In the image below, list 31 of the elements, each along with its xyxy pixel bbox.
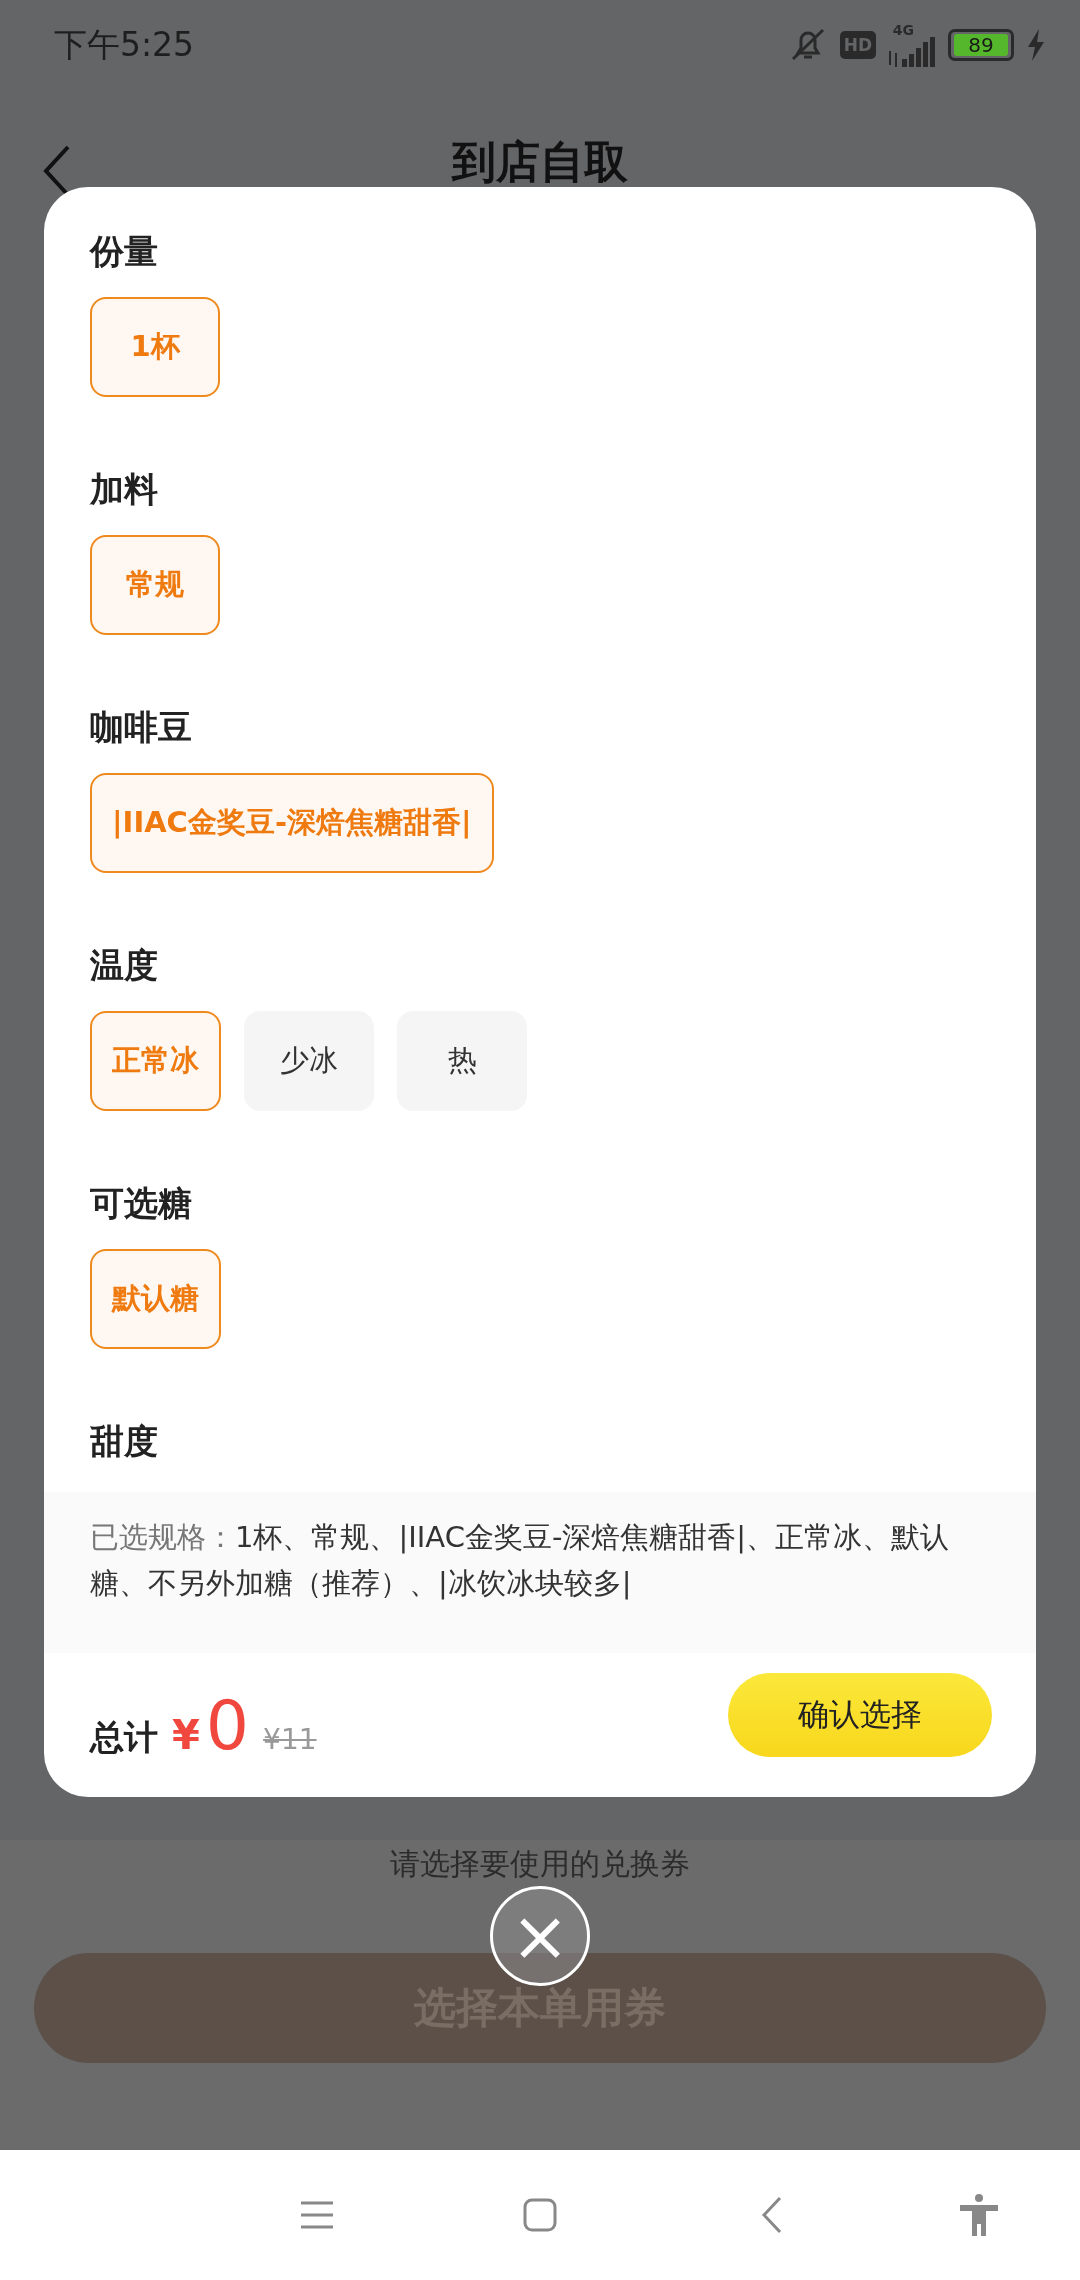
- section-title: 甜度: [90, 1421, 159, 1461]
- currency-symbol: ¥: [172, 1711, 200, 1758]
- option-chip[interactable]: 热: [397, 1011, 527, 1111]
- option-chip[interactable]: 常规: [90, 535, 220, 635]
- original-price: ¥11: [263, 1722, 317, 1756]
- accessibility-icon[interactable]: [959, 2194, 999, 2236]
- option-chip[interactable]: 正常冰: [90, 1011, 221, 1111]
- total-label: 总计: [90, 1715, 158, 1759]
- section-title: 可选糖: [90, 1183, 193, 1223]
- section-title: 份量: [90, 231, 159, 271]
- option-chip[interactable]: 1杯: [90, 297, 220, 397]
- signal-icon: [888, 37, 936, 67]
- section-title: 加料: [90, 469, 159, 509]
- option-chip[interactable]: |IIAC金奖豆-深焙焦糖甜香|: [90, 773, 494, 873]
- charging-icon: [1026, 29, 1046, 61]
- battery-indicator: 89: [948, 29, 1014, 61]
- network-type: 4G: [892, 23, 914, 37]
- section-title: 咖啡豆: [90, 707, 193, 747]
- hd-badge: HD: [839, 31, 876, 59]
- section-title: 温度: [90, 945, 159, 985]
- status-time: 下午5:25: [54, 23, 195, 66]
- coupon-hint: 请选择要使用的兑换券: [390, 1845, 690, 1883]
- close-button[interactable]: ×: [490, 1886, 590, 1986]
- option-chip[interactable]: 少冰: [244, 1011, 374, 1111]
- confirm-button[interactable]: 确认选择: [728, 1673, 992, 1757]
- selected-specs: 已选规格：1杯、常规、|IIAC金奖豆-深焙焦糖甜香|、正常冰、默认糖、不另外加糖（推荐）、|冰饮冰块较多|: [90, 1519, 951, 1602]
- price: 0: [205, 1685, 250, 1765]
- menu-icon[interactable]: [299, 2200, 335, 2230]
- option-chip[interactable]: 默认糖: [90, 1249, 221, 1349]
- page-title: 到店自取: [452, 134, 628, 189]
- home-icon[interactable]: [523, 2198, 557, 2232]
